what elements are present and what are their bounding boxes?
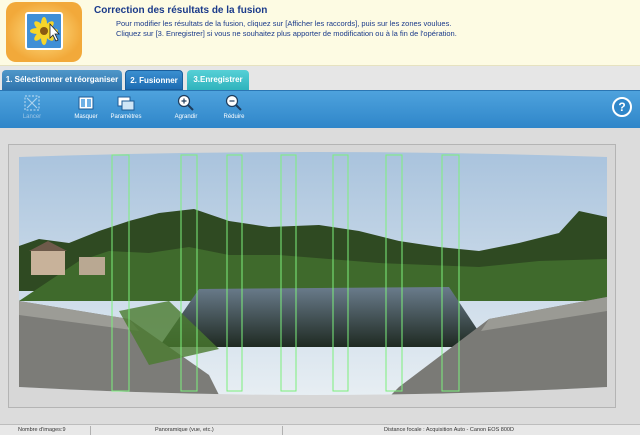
launch-button[interactable]: Lancer (10, 93, 54, 127)
launch-icon (24, 95, 40, 111)
tab-merge[interactable]: 2. Fusionner (125, 70, 183, 90)
help-button[interactable]: ? (612, 97, 632, 117)
instruction-header: Correction des résultats de la fusion Po… (0, 0, 640, 66)
settings-label: Paramètres (110, 114, 142, 120)
launch-label: Lancer (22, 114, 42, 120)
toolbar: Lancer Masquer Paramètres Agrandir Rédui… (0, 90, 640, 128)
panorama-preview[interactable] (19, 151, 607, 395)
zoom-in-icon (177, 94, 194, 111)
instruction-line-2: Cliquez sur [3. Enregistrer] si vous ne … (116, 29, 457, 38)
zoom-out-button[interactable]: Réduire (212, 93, 256, 127)
instruction-line-1: Pour modifier les résultats de la fusion… (116, 19, 452, 28)
zoom-in-label: Agrandir (174, 114, 198, 120)
zoom-out-label: Réduire (223, 114, 245, 120)
hide-button[interactable]: Masquer (64, 93, 108, 127)
camera-info: Distance focale : Acquisition Auto - Can… (384, 427, 514, 433)
photostitch-logo-icon (6, 2, 82, 62)
status-divider (90, 426, 91, 435)
zoom-in-button[interactable]: Agrandir (164, 93, 208, 127)
page-title: Correction des résultats de la fusion (94, 5, 268, 16)
tab-select-reorganize[interactable]: 1. Sélectionner et réorganiser (2, 70, 122, 90)
tab-save[interactable]: 3.Enregistrer (187, 70, 249, 90)
settings-button[interactable]: Paramètres (104, 93, 148, 127)
hide-label: Masquer (74, 114, 98, 120)
panorama-workarea (8, 144, 616, 408)
panorama-image (19, 152, 607, 395)
hide-icon (78, 96, 94, 110)
status-divider (282, 426, 283, 435)
stitch-mode: Panoramique (vue, etc.) (155, 427, 214, 433)
image-count: Nombre d'images:9 (18, 427, 66, 433)
step-tabs: 1. Sélectionner et réorganiser 2. Fusion… (0, 66, 640, 90)
status-bar: Nombre d'images:9 Panoramique (vue, etc.… (0, 424, 640, 435)
zoom-out-icon (225, 94, 242, 111)
settings-icon (117, 96, 135, 111)
